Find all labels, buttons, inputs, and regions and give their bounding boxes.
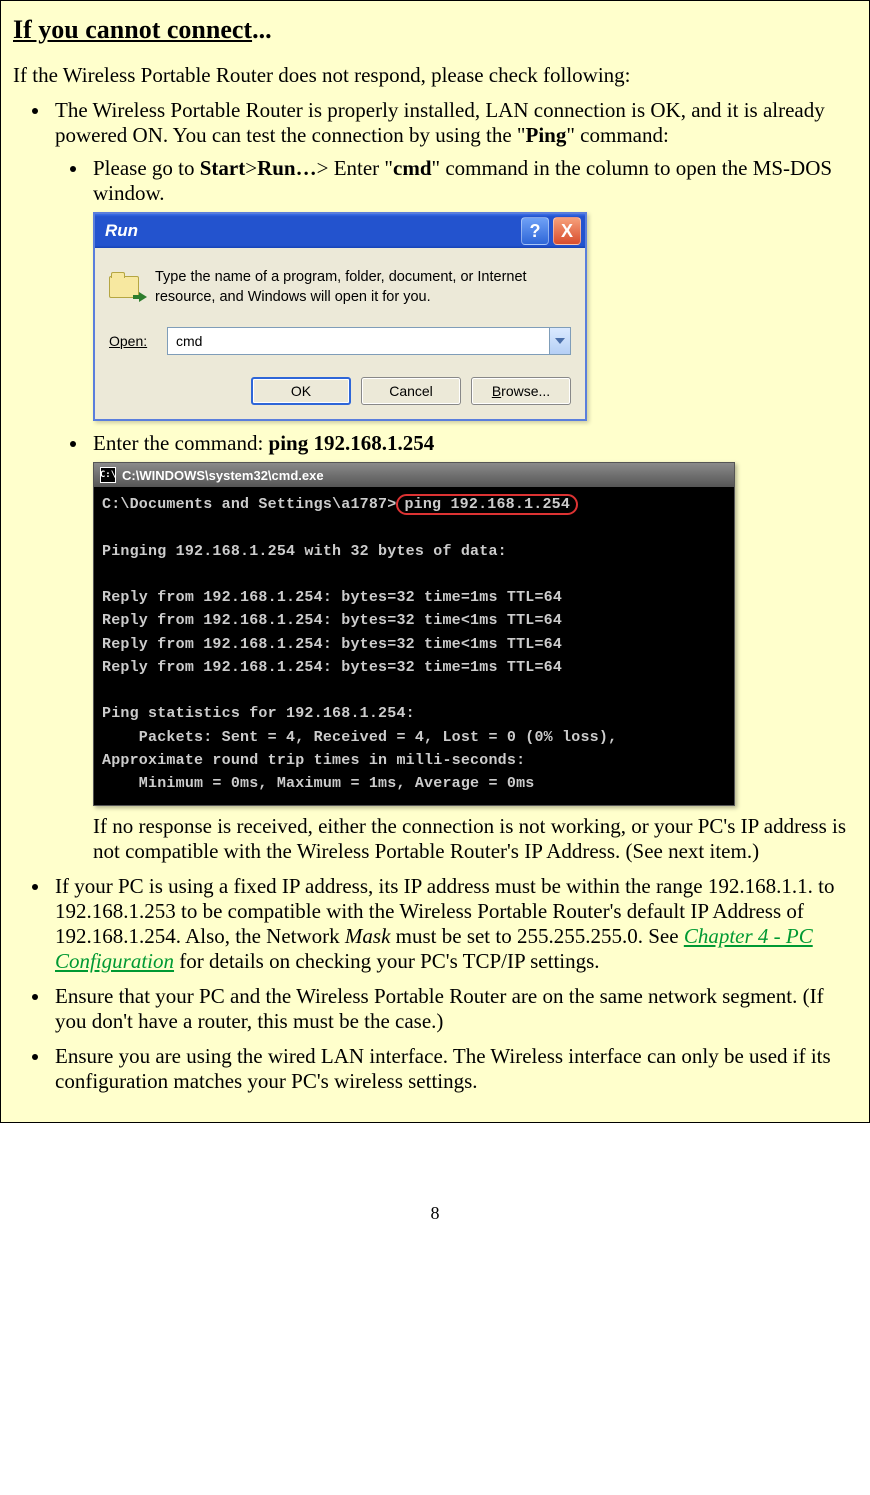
cmd-reply1: Reply from 192.168.1.254: bytes=32 time=…: [102, 589, 562, 606]
run-description: Type the name of a program, folder, docu…: [155, 268, 571, 307]
heading-underline: If you cannot connect: [13, 15, 252, 44]
open-input[interactable]: [168, 328, 549, 354]
cmd-reply3: Reply from 192.168.1.254: bytes=32 time<…: [102, 636, 562, 653]
ok-button[interactable]: OK: [251, 377, 351, 405]
inner-list: Please go to Start>Run…> Enter "cmd" com…: [55, 156, 857, 864]
outer-list: The Wireless Portable Router is properly…: [13, 98, 857, 1094]
bullet-1a: Please go to Start>Run…> Enter "cmd" com…: [89, 156, 857, 421]
cmd-reply2: Reply from 192.168.1.254: bytes=32 time<…: [102, 612, 562, 629]
b1b-after: If no response is received, either the c…: [93, 814, 857, 864]
b1a-pre: Please go to: [93, 156, 200, 180]
intro-text: If the Wireless Portable Router does not…: [13, 63, 857, 88]
bullet-1b: Enter the command: ping 192.168.1.254 C:…: [89, 431, 857, 864]
cmd-icon: C:\: [100, 467, 116, 483]
bullet-3: Ensure that your PC and the Wireless Por…: [51, 984, 857, 1034]
bullet-2: If your PC is using a fixed IP address, …: [51, 874, 857, 974]
bullet-1-post: " command:: [566, 123, 668, 147]
start-word: Start: [200, 156, 246, 180]
cmd-stats1: Ping statistics for 192.168.1.254:: [102, 705, 415, 722]
gt2: > Enter ": [317, 156, 393, 180]
cmd-titlebar: C:\ C:\WINDOWS\system32\cmd.exe: [94, 463, 734, 487]
b2-post: for details on checking your PC's TCP/IP…: [174, 949, 600, 973]
ping-command: ping 192.168.1.254: [269, 431, 435, 455]
help-button[interactable]: ?: [521, 217, 549, 245]
run-folder-icon: [109, 270, 145, 300]
run-input-wrap[interactable]: [167, 327, 571, 355]
bullet-4: Ensure you are using the wired LAN inter…: [51, 1044, 857, 1094]
run-button-row: OK Cancel Browse...: [109, 377, 571, 405]
run-input-row: Open:: [109, 327, 571, 355]
page-number: 8: [0, 1203, 870, 1224]
run-title: Run: [105, 221, 517, 241]
b2-mid: must be set to 255.255.255.0. See: [390, 924, 683, 948]
heading-rest: ...: [252, 15, 272, 44]
cmd-stats2: Packets: Sent = 4, Received = 4, Lost = …: [102, 729, 617, 746]
browse-button[interactable]: Browse...: [471, 377, 571, 405]
cmd-pinging: Pinging 192.168.1.254 with 32 bytes of d…: [102, 543, 507, 560]
run-top-row: Type the name of a program, folder, docu…: [109, 268, 571, 307]
gt1: >: [245, 156, 257, 180]
ping-word: Ping: [526, 123, 567, 147]
cmd-word: cmd: [393, 156, 432, 180]
close-button[interactable]: X: [553, 217, 581, 245]
cmd-stats3: Approximate round trip times in milli-se…: [102, 752, 525, 769]
section-heading: If you cannot connect...: [13, 15, 857, 45]
cmd-reply4: Reply from 192.168.1.254: bytes=32 time=…: [102, 659, 562, 676]
run-word: Run…: [257, 156, 317, 180]
cancel-button[interactable]: Cancel: [361, 377, 461, 405]
cmd-body: C:\Documents and Settings\a1787>ping 192…: [94, 487, 734, 805]
bullet-1: The Wireless Portable Router is properly…: [51, 98, 857, 864]
info-box: If you cannot connect... If the Wireless…: [0, 0, 870, 1123]
open-label: Open:: [109, 333, 157, 349]
cmd-stats4: Minimum = 0ms, Maximum = 1ms, Average = …: [102, 775, 534, 792]
b1b-pre: Enter the command:: [93, 431, 269, 455]
run-titlebar: Run ? X: [95, 214, 585, 248]
cmd-prompt: C:\Documents and Settings\a1787>: [102, 496, 396, 513]
dropdown-icon[interactable]: [549, 328, 570, 354]
cmd-title: C:\WINDOWS\system32\cmd.exe: [122, 468, 324, 483]
cmd-window: C:\ C:\WINDOWS\system32\cmd.exe C:\Docum…: [93, 462, 735, 806]
mask-word: Mask: [345, 924, 391, 948]
bullet-1-pre: The Wireless Portable Router is properly…: [55, 98, 825, 147]
ping-highlight: ping 192.168.1.254: [396, 494, 578, 515]
run-body: Type the name of a program, folder, docu…: [95, 248, 585, 419]
run-dialog: Run ? X Type the name of a program, fold…: [93, 212, 587, 421]
